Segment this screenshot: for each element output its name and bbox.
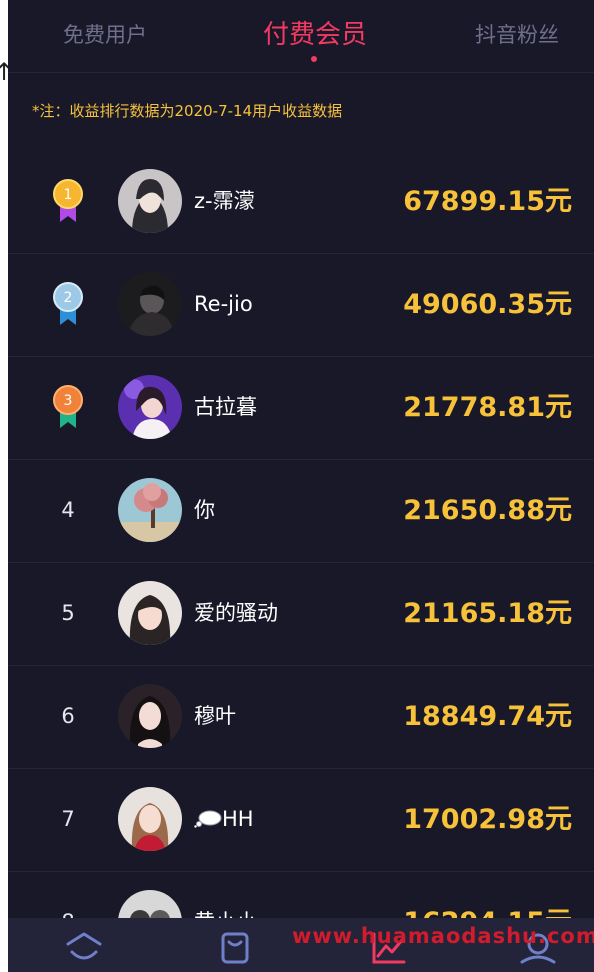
ranking-row[interactable]: 4 你 21650.88元 <box>8 459 594 563</box>
rank-number: 7 <box>61 807 75 831</box>
earnings-amount: 67899.15元 <box>403 186 572 217</box>
app-screen: ↑ 免费用户 付费会员 抖音粉丝 *注：收益排行数据为2020-7-14用户收益… <box>0 0 594 972</box>
medal-rank-number: 3 <box>64 393 73 409</box>
avatar[interactable] <box>118 684 182 748</box>
bronze-medal-icon: 3 <box>53 385 83 428</box>
tab-douyin-fans[interactable]: 抖音粉丝 <box>452 0 582 70</box>
nav-home[interactable] <box>54 918 114 972</box>
user-name: 你 <box>194 498 215 522</box>
avatar[interactable] <box>118 478 182 542</box>
ranking-row[interactable]: 7 HH 17002.98元 <box>8 768 594 872</box>
avatar[interactable] <box>118 787 182 851</box>
earnings-amount: 21650.88元 <box>403 495 572 526</box>
user-name: 爱的骚动 <box>194 601 278 625</box>
user-name: HH <box>194 768 254 871</box>
avatar[interactable] <box>118 375 182 439</box>
watermark: www.huamaodashu.com <box>292 924 594 948</box>
tab-free-users[interactable]: 免费用户 <box>40 0 170 70</box>
left-edge-strip: ↑ <box>0 0 14 972</box>
avatar[interactable] <box>118 169 182 233</box>
earnings-note: *注：收益排行数据为2020-7-14用户收益数据 <box>32 102 343 120</box>
rank-number: 5 <box>61 601 75 625</box>
ranking-row[interactable]: 6 穆叶 18849.74元 <box>8 665 594 769</box>
earnings-amount: 17002.98元 <box>403 804 572 835</box>
earnings-amount: 18849.74元 <box>403 701 572 732</box>
avatar[interactable] <box>118 581 182 645</box>
ranking-row[interactable]: 8 黄小小 16294.15元 <box>8 871 594 918</box>
ranking-row[interactable]: 3 古拉暮 21778.81元 <box>8 356 594 460</box>
avatar[interactable] <box>118 272 182 336</box>
gold-medal-icon: 1 <box>53 179 83 222</box>
medal-rank-number: 1 <box>64 187 73 203</box>
user-name: 古拉暮 <box>194 395 257 419</box>
silver-medal-icon: 2 <box>53 282 83 325</box>
rank-number: 6 <box>61 704 75 728</box>
ranking-list[interactable]: 1 z-霈濛 67899.15元 2 Re-jio 49060.35元 3 古拉… <box>8 150 594 918</box>
earnings-amount: 21778.81元 <box>403 392 572 423</box>
thought-bubble-icon <box>194 810 222 828</box>
medal-rank-number: 2 <box>64 290 73 306</box>
earnings-amount: 49060.35元 <box>403 289 572 320</box>
user-name: 黄小小 <box>194 871 257 918</box>
tab-bar: 免费用户 付费会员 抖音粉丝 <box>8 0 594 73</box>
rank-number: 4 <box>61 498 75 522</box>
ranking-row[interactable]: 5 爱的骚动 21165.18元 <box>8 562 594 666</box>
user-name: Re-jio <box>194 292 253 316</box>
active-tab-indicator <box>311 56 317 62</box>
rank-number: 8 <box>50 871 86 918</box>
user-name: z-霈濛 <box>194 189 255 213</box>
earnings-amount: 16294.15元 <box>403 871 572 918</box>
earnings-amount: 21165.18元 <box>403 598 572 629</box>
user-name: 穆叶 <box>194 704 236 728</box>
avatar[interactable] <box>118 890 182 918</box>
nav-bag[interactable] <box>205 918 265 972</box>
bag-icon <box>221 932 249 964</box>
ranking-row[interactable]: 1 z-霈濛 67899.15元 <box>8 150 594 254</box>
home-icon <box>66 932 102 960</box>
user-name-text: HH <box>222 807 254 831</box>
ranking-row[interactable]: 2 Re-jio 49060.35元 <box>8 253 594 357</box>
